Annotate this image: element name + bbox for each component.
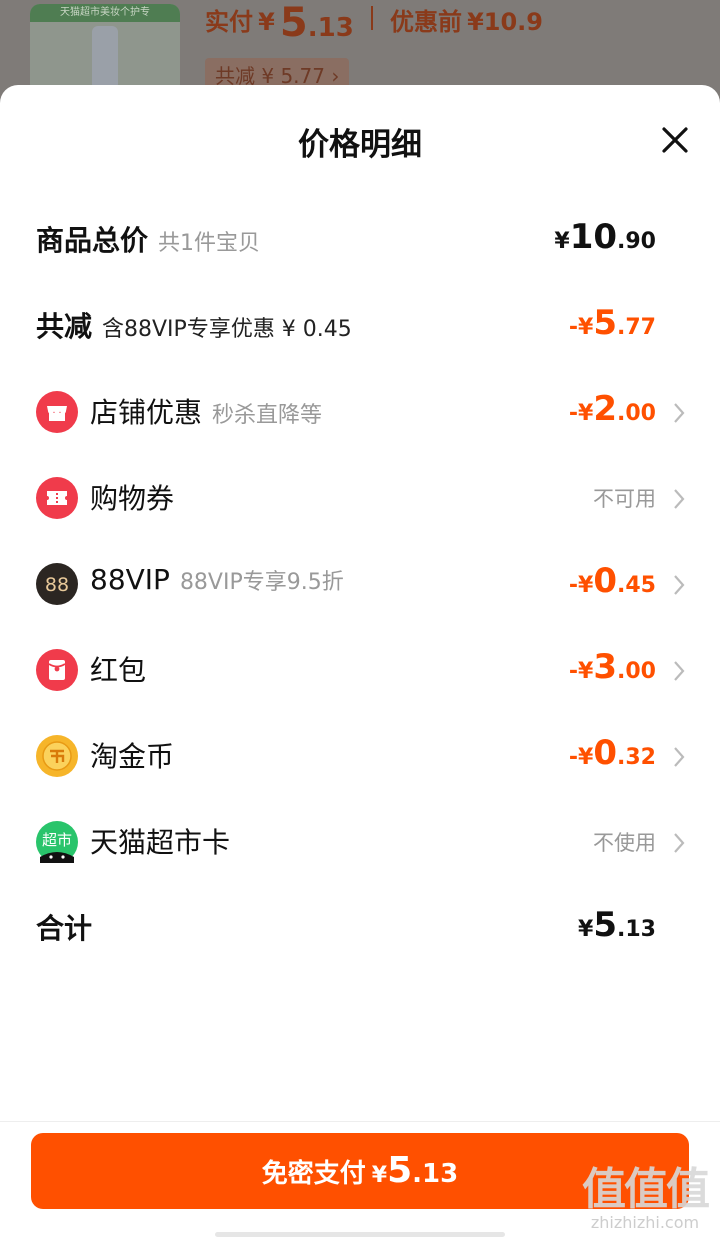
sheet-title: 价格明细 [298,127,422,163]
close-icon[interactable] [660,125,690,155]
before-value: ¥10.9 [467,8,543,36]
value-dec: .77 [617,315,656,340]
sum-label: 合计 [36,912,93,945]
home-indicator [215,1232,505,1237]
vip-value: -¥0.45 [569,561,656,601]
shop-label: 店铺优惠 [90,396,203,429]
discount-sub: 含88VIP专享优惠 ¥ 0.45 [102,317,352,342]
red-packet-label: 红包 [90,654,147,687]
paid-label: 实付 [205,8,253,36]
row-sum: 合计 ¥5.13 [0,899,720,959]
coin-label: 淘金币 [90,740,175,773]
currency: -¥ [568,745,594,770]
discount-label: 共减 [36,310,93,343]
value-dec: .32 [617,745,656,770]
chevron-right-icon [674,833,685,853]
product-bottle-image [92,26,118,90]
watermark-logo: 值值值 [582,1164,710,1215]
vip-88-icon: 88 [36,563,78,605]
pay-dec: .13 [412,1159,459,1189]
chevron-right-icon [674,661,685,681]
row-total-price: 商品总价 共1件宝贝 ¥10.90 [0,211,720,271]
coupon-value: 不可用 [593,487,656,511]
sum-value: ¥5.13 [578,905,656,945]
coin-icon [36,735,78,777]
value-dec: .00 [617,659,656,684]
total-value: ¥10.90 [554,217,656,257]
chevron-right-icon [674,489,685,509]
pay-label: 免密支付 [261,1159,366,1189]
watermark-site: zhizhizhi.com [590,1213,700,1232]
row-taobao-coin[interactable]: 淘金币 -¥0.32 [0,727,720,787]
coupon-label: 购物券 [90,482,175,515]
card-badge-text: 超市 [42,831,72,849]
total-label: 商品总价 [36,224,149,257]
watermark: 值值值 zhizhizhi.com [582,1153,710,1232]
row-88vip[interactable]: 88 88VIP 88VIP专享9.5折 -¥0.45 [0,555,720,615]
before-label: 优惠前 [389,8,462,36]
vip-label: 88VIP [90,563,170,596]
coupon-icon [36,477,78,519]
value-dec: .00 [617,401,656,426]
tmall-supermarket-icon: 超市 [36,821,78,863]
currency: -¥ [568,401,594,426]
currency: -¥ [568,315,594,340]
row-red-packet[interactable]: 红包 -¥3.00 [0,641,720,701]
price-detail-sheet: 价格明细 商品总价 共1件宝贝 ¥10.90 共减 含88VIP专享优惠 ¥ 0.4… [0,85,720,1241]
pay-int: 5 [387,1150,413,1191]
red-packet-value: -¥3.00 [569,647,656,687]
currency: -¥ [568,659,594,684]
product-thumbnail: 天猫超市美妆个护专 [30,4,180,94]
vip-sub: 88VIP专享9.5折 [179,570,344,595]
row-shop-discount[interactable]: 店铺优惠 秒杀直降等 -¥2.00 [0,383,720,443]
row-coupon[interactable]: 购物券 不可用 [0,469,720,529]
value-int: 0 [593,561,618,601]
pay-currency: ¥ [371,1163,388,1188]
paid-currency: ¥ [258,8,275,36]
paid-dec: .13 [307,13,354,43]
currency: ¥ [578,917,594,942]
row-tmall-card[interactable]: 超市 天猫超市卡 不使用 [0,813,720,873]
value-int: 5 [593,303,618,343]
vip-badge-text: 88 [45,574,69,596]
chevron-right-icon [674,575,685,595]
currency: ¥ [554,229,570,254]
shop-icon [36,391,78,433]
shop-value: -¥2.00 [569,389,656,429]
value-int: 2 [593,389,618,429]
bottom-divider [0,1121,720,1122]
value-int: 3 [593,647,618,687]
paid-int: 5 [279,0,308,46]
value-dec: .90 [617,229,656,254]
currency: -¥ [568,573,594,598]
chevron-right-icon [674,403,685,423]
total-sub: 共1件宝贝 [158,231,261,256]
coin-value: -¥0.32 [569,733,656,773]
red-packet-icon [36,649,78,691]
shop-sub: 秒杀直降等 [212,403,323,428]
discount-value: -¥5.77 [569,303,656,343]
value-int: 5 [593,905,618,945]
value-dec: .45 [617,573,656,598]
card-label: 天猫超市卡 [90,826,231,859]
row-discount: 共减 含88VIP专享优惠 ¥ 0.45 -¥5.77 [0,297,720,357]
value-int: 0 [593,733,618,773]
price-separator [370,6,373,30]
card-value: 不使用 [593,831,656,855]
value-dec: .13 [617,917,656,942]
product-band-text: 天猫超市美妆个护专 [30,4,180,22]
value-int: 10 [569,217,618,257]
chevron-right-icon [674,747,685,767]
background-price: 实付 ¥ 5.13 优惠前 ¥10.9 [205,0,543,50]
